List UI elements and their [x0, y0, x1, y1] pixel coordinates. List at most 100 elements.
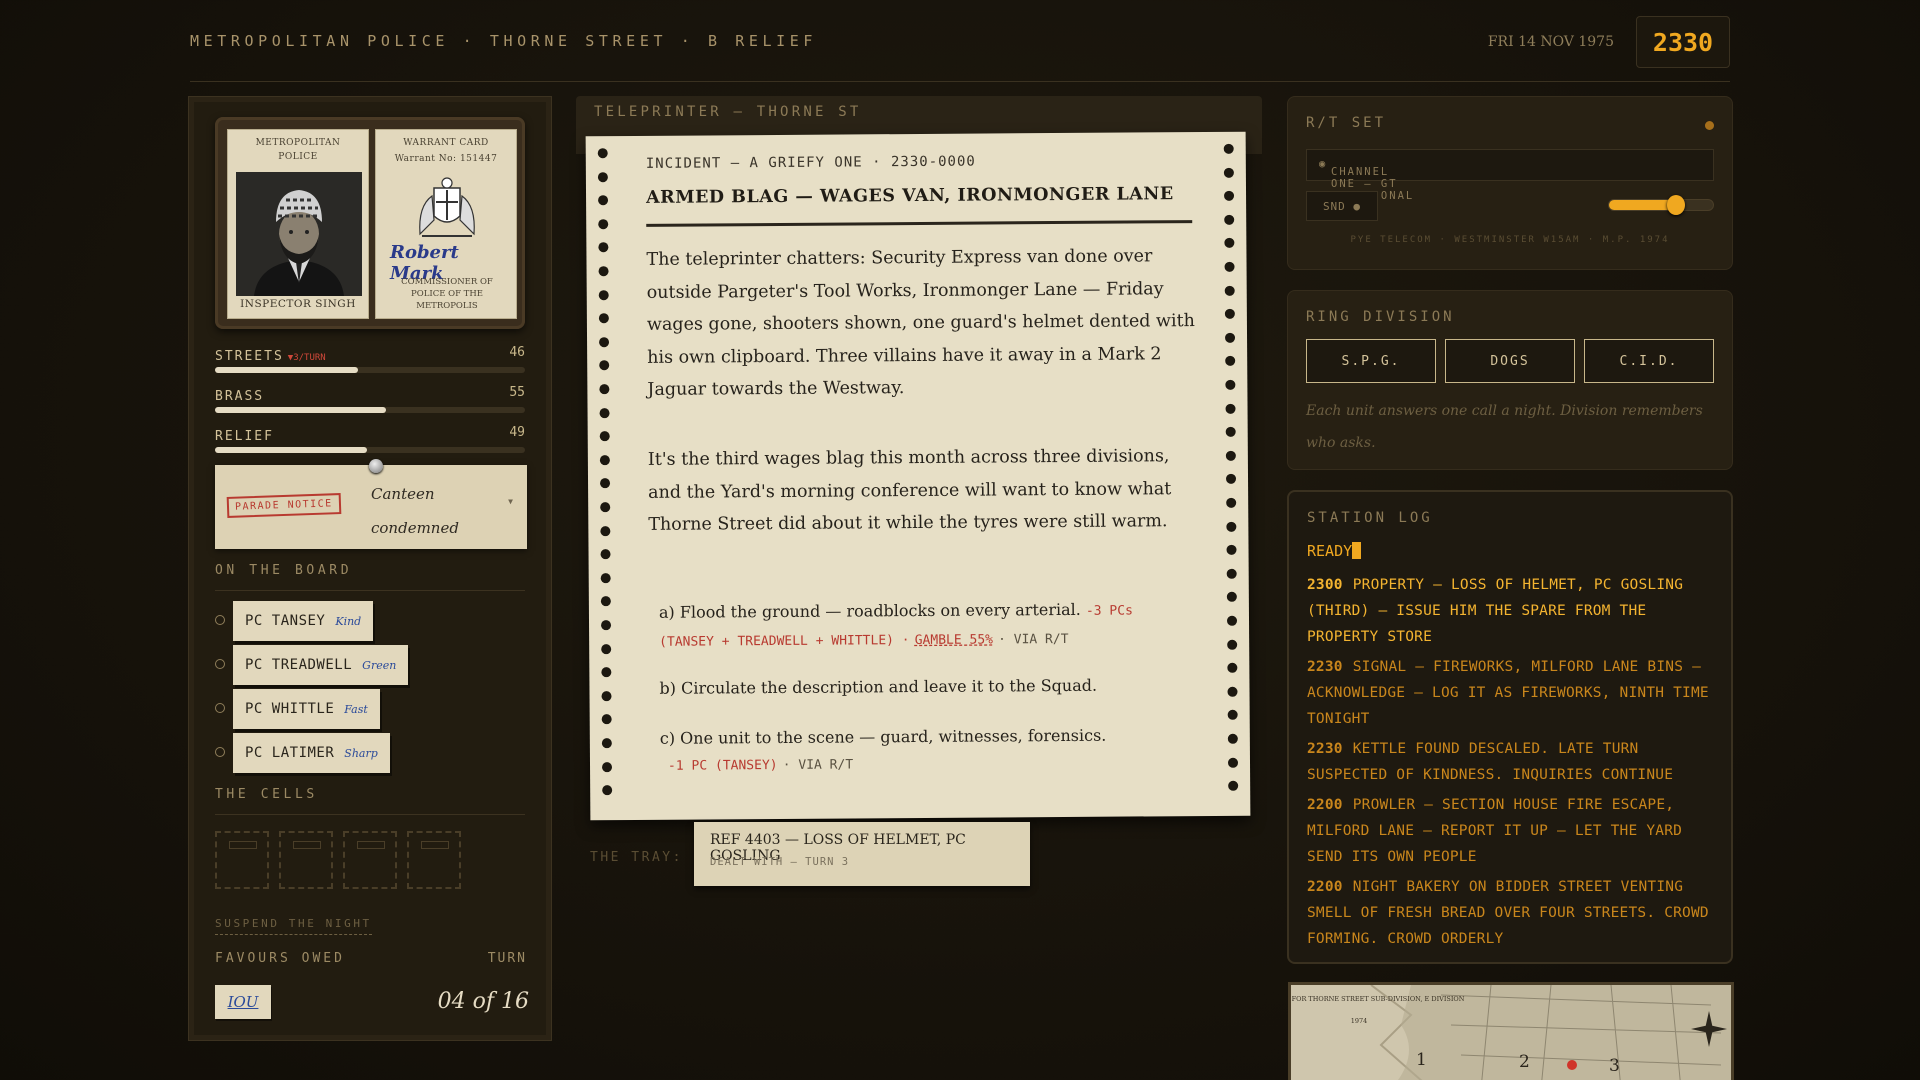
incident-paragraph-2: It's the third wages blag this month acr… — [647, 446, 1172, 535]
sprocket-hole — [597, 148, 608, 159]
select-radio[interactable] — [215, 615, 225, 625]
sprocket-hole — [598, 242, 609, 253]
sprocket-hole — [600, 478, 611, 489]
top-bar: METROPOLITAN POLICE · THORNE STREET · B … — [190, 14, 1730, 82]
sprocket-hole — [601, 761, 613, 772]
option-via: · VIA R/T — [782, 757, 854, 773]
volume-slider-fill — [1609, 200, 1676, 210]
sprocket-hole — [600, 502, 611, 513]
sprocket-hole — [1224, 238, 1235, 249]
stat-bar — [215, 407, 525, 413]
volume-slider[interactable] — [1608, 195, 1714, 215]
officer-card[interactable]: PC LATIMER Sharp — [233, 733, 390, 773]
stat-value: 55 — [509, 385, 525, 400]
volume-slider-knob[interactable] — [1666, 195, 1685, 215]
option-c[interactable]: c) One unit to the scene — guard, witnes… — [660, 722, 1190, 780]
empty-cell[interactable] — [407, 831, 461, 889]
officer-id-card: METROPOLITAN POLICE INSPECTOR SINGH — [227, 129, 369, 319]
officer-card-trait: Sharp — [344, 746, 378, 760]
incident-kicker: INCIDENT — A GRIEFY ONE · 2330-0000 — [645, 153, 976, 172]
ring-spg-button[interactable]: S.P.G. — [1306, 339, 1436, 383]
suspend-night-link[interactable]: SUSPEND THE NIGHT — [215, 917, 372, 935]
log-entry: 2200 PROWLER — SECTION HOUSE FIRE ESCAPE,… — [1307, 797, 1683, 865]
triangle-down-icon[interactable]: ▼ — [508, 497, 513, 506]
left-panel: METROPOLITAN POLICE INSPECTOR SINGH WARR… — [188, 96, 552, 1041]
map-title: BEAT MAP FOR THORNE STREET SUB-DIVISION,… — [1291, 995, 1465, 1003]
empty-cell[interactable] — [215, 831, 269, 889]
officer-card-name: PC TREADWELL — [245, 657, 353, 673]
incident-paragraph-1: The teleprinter chatters: Security Expre… — [646, 246, 1195, 400]
sprocket-hole — [1226, 544, 1237, 556]
rt-set-panel: R/T SET ◉ CHANNEL ONE — GT DIVISIONAL SN… — [1287, 96, 1733, 270]
sprocket-hole — [1225, 332, 1236, 343]
stat-bar-fill — [215, 447, 367, 453]
sprocket-hole — [598, 195, 609, 206]
option-a[interactable]: a) Flood the ground — roadblocks on ever… — [659, 596, 1189, 656]
cells-grid — [215, 831, 465, 891]
stat-bar-fill — [215, 407, 386, 413]
ring-cid-button[interactable]: C.I.D. — [1584, 339, 1714, 383]
select-radio[interactable] — [215, 659, 225, 669]
stat-bar — [215, 447, 525, 453]
sprocket-hole — [598, 289, 609, 300]
officer-card[interactable]: PC TANSEY Kind — [233, 601, 374, 641]
sprocket-hole — [598, 313, 609, 324]
sound-toggle[interactable]: SND ● — [1306, 191, 1378, 221]
tray-card[interactable]: REF 4403 — LOSS OF HELMET, PC GOSLING DE… — [694, 822, 1030, 886]
ring-division-heading: RING DIVISION — [1306, 309, 1455, 325]
sprocket-hole — [600, 549, 611, 560]
sprocket-hole — [1226, 521, 1237, 532]
empty-cell[interactable] — [343, 831, 397, 889]
sprocket-hole — [600, 596, 611, 607]
station-title: METROPOLITAN POLICE · THORNE STREET · B … — [190, 32, 818, 50]
iou-token[interactable]: IOU — [215, 985, 271, 1019]
sprocket-hole — [599, 431, 610, 442]
officer-card[interactable]: PC TREADWELL Green — [233, 645, 409, 685]
sprocket-hole — [1225, 426, 1236, 438]
sprocket-holes-right — [1223, 143, 1239, 804]
select-radio[interactable] — [215, 703, 225, 713]
map-year: 1974 — [1351, 1017, 1368, 1025]
tray-status: DEALT WITH — TURN 3 — [710, 856, 850, 868]
log-ready-prompt: READY — [1307, 542, 1362, 560]
sprocket-hole — [599, 407, 610, 418]
sprocket-hole — [599, 336, 610, 348]
option-b[interactable]: b) Circulate the description and leave i… — [659, 672, 1189, 702]
sprocket-hole — [1226, 615, 1238, 626]
turn-label: TURN — [487, 951, 527, 966]
option-via: · VIA R/T — [998, 631, 1069, 648]
option-text: b) Circulate the description and leave i… — [659, 675, 1098, 698]
game-clock: 2330 — [1636, 16, 1730, 68]
sprocket-hole — [1226, 592, 1237, 603]
empty-cell[interactable] — [279, 831, 333, 889]
stat-brass: BRASS 55 — [215, 385, 525, 413]
log-entries[interactable]: 2300 PROPERTY — LOSS OF HELMET, PC GOSLIN… — [1307, 572, 1717, 948]
teleprinter-heading: TELEPRINTER — THORNE ST — [594, 104, 862, 120]
stat-label: RELIEF — [215, 429, 274, 444]
parade-notice-text: Canteen condemned — [371, 485, 459, 537]
sprocket-hole — [1224, 190, 1235, 202]
incident-marker-icon[interactable] — [1567, 1060, 1577, 1070]
beat-map[interactable]: BEAT MAP FOR THORNE STREET SUB-DIVISION,… — [1288, 982, 1734, 1080]
sprocket-hole — [600, 620, 612, 631]
log-entry: 2200 NIGHT BAKERY ON BIDDER STREET VENTIN… — [1307, 879, 1709, 947]
sprocket-hole — [598, 218, 609, 230]
station-log-panel: STATION LOG READY 2300 PROPERTY — LOSS OF… — [1287, 490, 1733, 964]
ring-division-panel: RING DIVISION S.P.G. DOGS C.I.D. Each un… — [1287, 290, 1733, 470]
sprocket-hole — [597, 171, 608, 182]
option-cost: -1 PC (TANSEY) — [667, 757, 778, 774]
on-the-board-heading: ON THE BOARD — [215, 563, 525, 591]
stat-trend: ▼3/TURN — [287, 353, 326, 363]
select-radio[interactable] — [215, 747, 225, 757]
channel-selector[interactable]: ◉ CHANNEL ONE — GT DIVISIONAL — [1306, 149, 1714, 202]
officer-card-name: PC TANSEY — [245, 613, 326, 629]
officer-card[interactable]: PC WHITTLE Fast — [233, 689, 380, 729]
ring-dogs-button[interactable]: DOGS — [1445, 339, 1575, 383]
sprocket-hole — [601, 690, 612, 702]
option-gamble: GAMBLE 55% — [914, 632, 994, 649]
parade-notice[interactable]: PARADE NOTICE Canteen condemned ▼ — [215, 459, 527, 549]
sprocket-hole — [1227, 662, 1238, 674]
sprocket-hole — [1224, 308, 1235, 320]
incident-title: ARMED BLAG — WAGES VAN, IRONMONGER LANE — [645, 184, 1174, 208]
sprocket-hole — [1226, 497, 1237, 508]
